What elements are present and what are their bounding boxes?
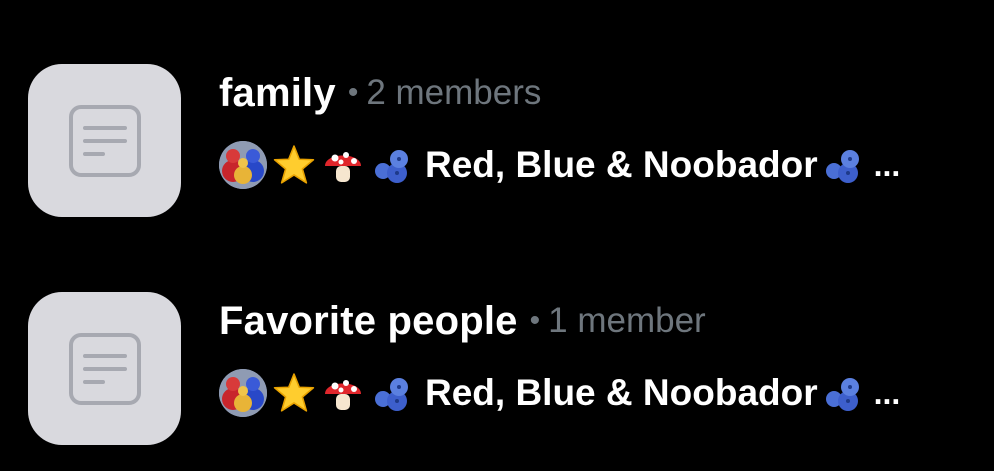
document-icon	[68, 104, 141, 177]
truncation-ellipsis: ...	[873, 374, 901, 411]
list-owner: Red, Blue & Noobador ...	[219, 368, 900, 418]
list-item[interactable]: Favorite people • 1 member Red, Blue & N…	[0, 290, 994, 450]
list-name: family	[219, 70, 336, 115]
list-thumbnail	[28, 292, 181, 445]
blueberries-icon	[371, 373, 415, 413]
owner-name: Red, Blue & Noobador	[425, 144, 818, 185]
owner-name: Red, Blue & Noobador	[425, 372, 818, 413]
avatar-icon	[219, 369, 267, 417]
member-count: 1 member	[548, 301, 706, 340]
avatar-icon	[219, 141, 267, 189]
star-icon	[273, 372, 315, 414]
mushroom-icon	[321, 144, 365, 186]
list-title-line: family • 2 members	[219, 68, 541, 118]
star-icon	[273, 144, 315, 186]
separator-dot: •	[529, 304, 541, 337]
list-owner: Red, Blue & Noobador ...	[219, 140, 900, 190]
truncation-ellipsis: ...	[873, 146, 901, 183]
list-name: Favorite people	[219, 298, 518, 343]
separator-dot: •	[347, 76, 359, 109]
member-count: 2 members	[366, 73, 542, 112]
mushroom-icon	[321, 372, 365, 414]
blueberries-icon	[371, 145, 415, 185]
list-title-line: Favorite people • 1 member	[219, 296, 706, 346]
document-icon	[68, 332, 141, 405]
blueberries-icon	[822, 145, 866, 185]
list-item[interactable]: family • 2 members Red, Blue & Noobador …	[0, 62, 994, 222]
blueberries-icon	[822, 373, 866, 413]
list-thumbnail	[28, 64, 181, 217]
